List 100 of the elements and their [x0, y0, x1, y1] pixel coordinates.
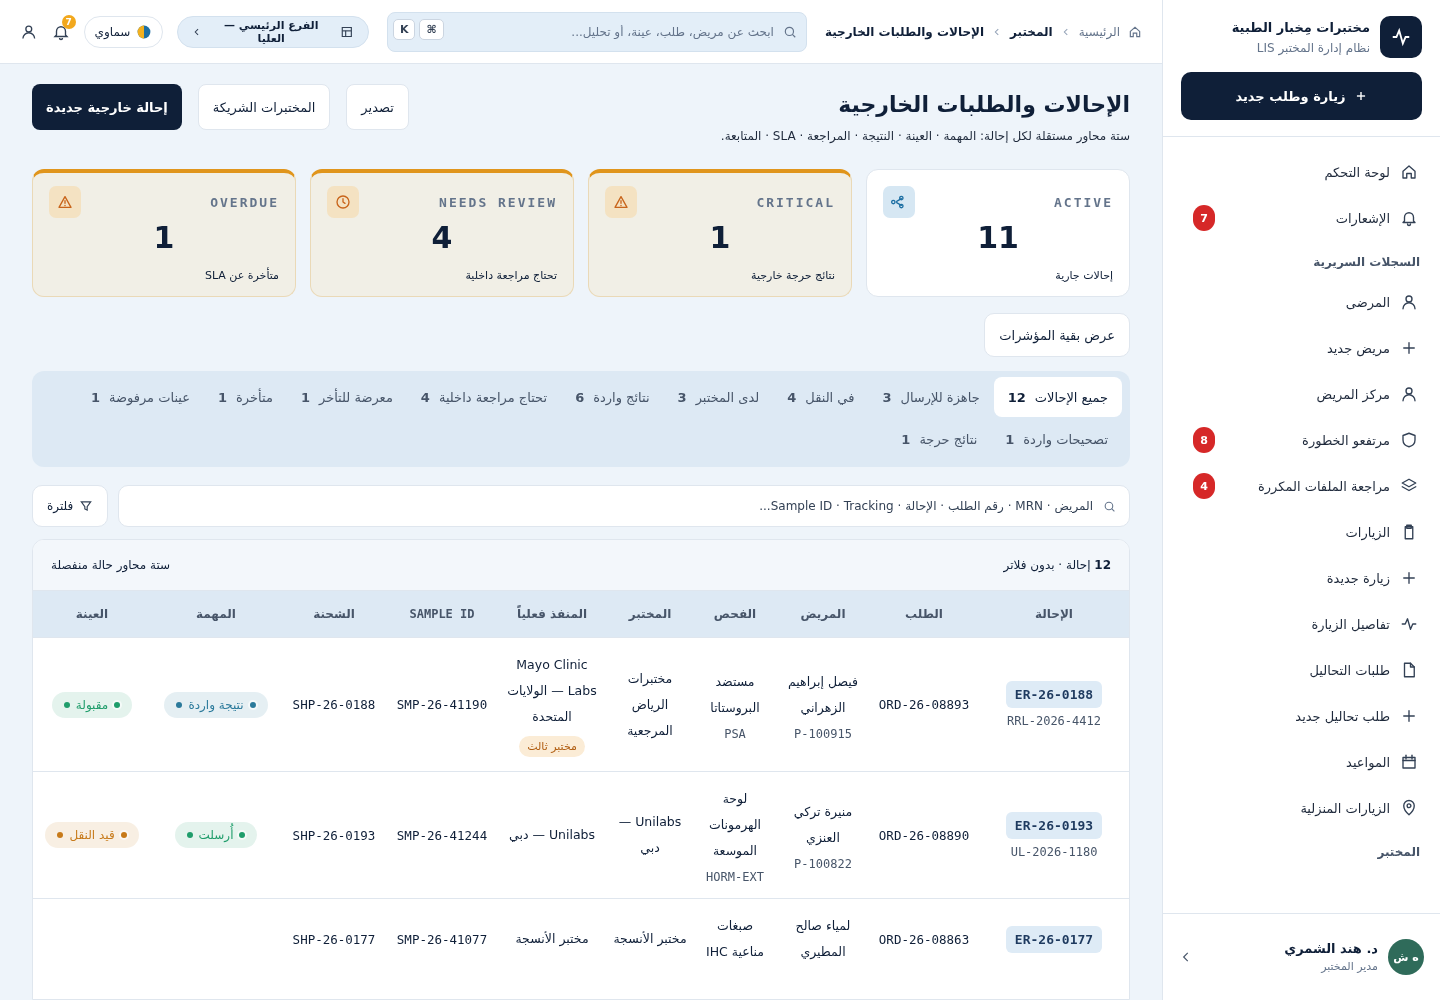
task-status-badge: نتيجة واردة: [164, 691, 268, 718]
breadcrumb-link[interactable]: المختبر: [1010, 24, 1053, 39]
sample-id: SMP-26-41244: [396, 827, 488, 843]
shield-icon: [1400, 431, 1418, 449]
nav-item[interactable]: لوحة التحكم: [1183, 149, 1422, 195]
shipment-id: SHP-26-0177: [292, 931, 376, 947]
share-icon: [883, 186, 915, 218]
user-name: د. هند الشمري: [1283, 941, 1378, 956]
patient-name: منيرة تركي العنزي: [792, 803, 854, 847]
patient-mrn: P-100822: [794, 857, 852, 871]
nav-section-heading: السجلات السريرية: [1312, 254, 1421, 271]
shipment-id: SHP-26-0193: [292, 827, 376, 843]
new-visit-button[interactable]: زيارة وطلب جديد: [1181, 72, 1422, 120]
brand-subtitle: نظام إدارة المختبر LIS: [1255, 40, 1370, 55]
breadcrumb-current: الإحالات والطلبات الخارجية: [824, 24, 985, 39]
referral-id[interactable]: ER-26-0188: [1005, 681, 1103, 708]
nav-section-heading: المختبر: [1376, 844, 1421, 861]
page-subtitle: ستة محاور مستقلة لكل إحالة: المهمة · العينة · النتيجة · المراجعة · SLA · المتابعة.: [720, 129, 1130, 143]
action-button[interactable]: المختبرات الشريكة: [197, 84, 331, 130]
table-search-field[interactable]: المريض · MRN · رقم الطلب · الإحالة · Sample ID · Tracking...: [118, 485, 1130, 527]
performer-name: Mayo Clinic Labs — الولايات المتحدة: [506, 656, 598, 726]
count-badge: 7: [1193, 205, 1215, 231]
exam-code: PSA: [724, 726, 746, 741]
order-number: ORD-26-08863: [878, 931, 970, 947]
nav-item[interactable]: مريض جديد: [1183, 325, 1422, 371]
filter-icon: [79, 499, 94, 513]
column-header: SAMPLE ID: [408, 607, 476, 621]
nav-item[interactable]: زيارة جديدة: [1183, 555, 1422, 601]
calendar-icon: [1400, 753, 1418, 771]
column-header: العينة: [74, 607, 110, 621]
order-number: ORD-26-08890: [878, 827, 970, 843]
kpi-label: ACTIVE: [1054, 194, 1113, 210]
theme-selector[interactable]: سماوي: [83, 15, 164, 48]
theme-icon: [136, 23, 153, 40]
kpi-value: 1: [152, 220, 176, 255]
column-header: المختبر: [627, 607, 673, 621]
external-reference: RRL-2026-4412: [1007, 714, 1101, 728]
sample-id: SMP-26-41190: [396, 697, 488, 712]
performer-name: Unilabs — دبي: [509, 826, 596, 844]
patient-name: لمياء صالح المطيري: [794, 917, 852, 961]
layout-icon: [340, 24, 354, 39]
pulse-icon: [1400, 615, 1418, 633]
action-button[interactable]: إحالة خارجية جديدة: [32, 84, 182, 130]
kpi-value: 11: [976, 220, 1020, 255]
user-icon: [1400, 385, 1418, 403]
lab-name: مختبرات الرياض المرجعية: [626, 669, 674, 741]
nav-item[interactable]: طلب تحاليل جديد: [1183, 693, 1422, 739]
brand-title: مختبرات مِخبار الطبية: [1231, 19, 1370, 35]
referral-id[interactable]: ER-26-0177: [1005, 925, 1103, 953]
user-avatar: ه ش: [1388, 939, 1424, 975]
user-icon: [1400, 293, 1418, 311]
shipment-id: SHP-26-0188: [292, 697, 376, 712]
exam-code: HORM-EXT: [706, 870, 764, 884]
kpi-caption: تحتاج مراجعة داخلية: [464, 269, 557, 282]
nav-item[interactable]: تفاصيل الزيارة: [1183, 601, 1422, 647]
filter-button[interactable]: فلترة: [32, 485, 109, 527]
nav-item[interactable]: المرضى: [1183, 279, 1422, 325]
column-header: الإحالة: [1034, 607, 1074, 621]
page-title: الإحالات والطلبات الخارجية: [837, 92, 1130, 117]
branch-selector[interactable]: الفرع الرئيسي — العليا: [177, 15, 369, 48]
column-header: الطلب: [904, 607, 944, 621]
home-icon: [1400, 163, 1418, 181]
lab-name: مختبر الأنسجة: [613, 930, 687, 949]
column-header: المريض: [799, 607, 847, 621]
kpi-caption: نتائج حرجة خارجية: [750, 269, 835, 282]
third-party-tag: مختبر ثالث: [519, 736, 585, 757]
exam-name: صبغات مناعية IHC: [705, 917, 765, 961]
nav-item[interactable]: الزيارات: [1183, 509, 1422, 555]
kpi-label: CRITICAL: [756, 194, 835, 210]
action-button[interactable]: تصدير: [346, 84, 409, 130]
user-role: مدير المختبر: [1319, 960, 1378, 973]
referral-id[interactable]: ER-26-0193: [1005, 811, 1103, 839]
nav-item[interactable]: طلبات التحاليل: [1183, 647, 1422, 693]
nav-item[interactable]: مركز المريض: [1183, 371, 1422, 417]
nav-item[interactable]: المواعيد: [1183, 739, 1422, 785]
column-header: المنفذ فعلياً: [515, 607, 589, 621]
kpi-value: 4: [430, 220, 454, 255]
kpi-caption: متأخرة عن SLA: [203, 269, 279, 282]
external-reference: UL-2026-1180: [1010, 844, 1098, 859]
sample-id: SMP-26-41077: [396, 931, 488, 947]
sample-status-badge: قيد النقل: [45, 822, 139, 848]
nav-item[interactable]: الزيارات المنزلية: [1183, 785, 1422, 831]
breadcrumb-link[interactable]: الرئيسية: [1078, 24, 1120, 39]
warning-icon: [49, 186, 81, 218]
plus-icon: [1400, 707, 1418, 725]
patient-name: فيصل إبراهيم الزهراني: [786, 672, 859, 718]
exam-name: مستضد البروستاتا: [709, 672, 761, 718]
count-badge: 4: [1193, 473, 1215, 499]
warning-icon: [605, 186, 637, 218]
task-status-badge: أُرسلت: [174, 822, 258, 848]
search-icon: [1103, 500, 1116, 513]
show-more-button[interactable]: عرض بقية المؤشرات: [984, 313, 1130, 357]
column-header: الشحنة: [312, 607, 356, 621]
plus-icon: [1400, 339, 1418, 357]
kpi-label: OVERDUE: [210, 194, 279, 210]
count-badge: 8: [1193, 427, 1215, 453]
kpi-caption: إحالات جارية: [1054, 269, 1113, 282]
column-header: الفحص: [712, 607, 758, 621]
performer-name: مختبر الأنسجة: [515, 930, 589, 949]
column-header: المهمة: [195, 607, 237, 621]
